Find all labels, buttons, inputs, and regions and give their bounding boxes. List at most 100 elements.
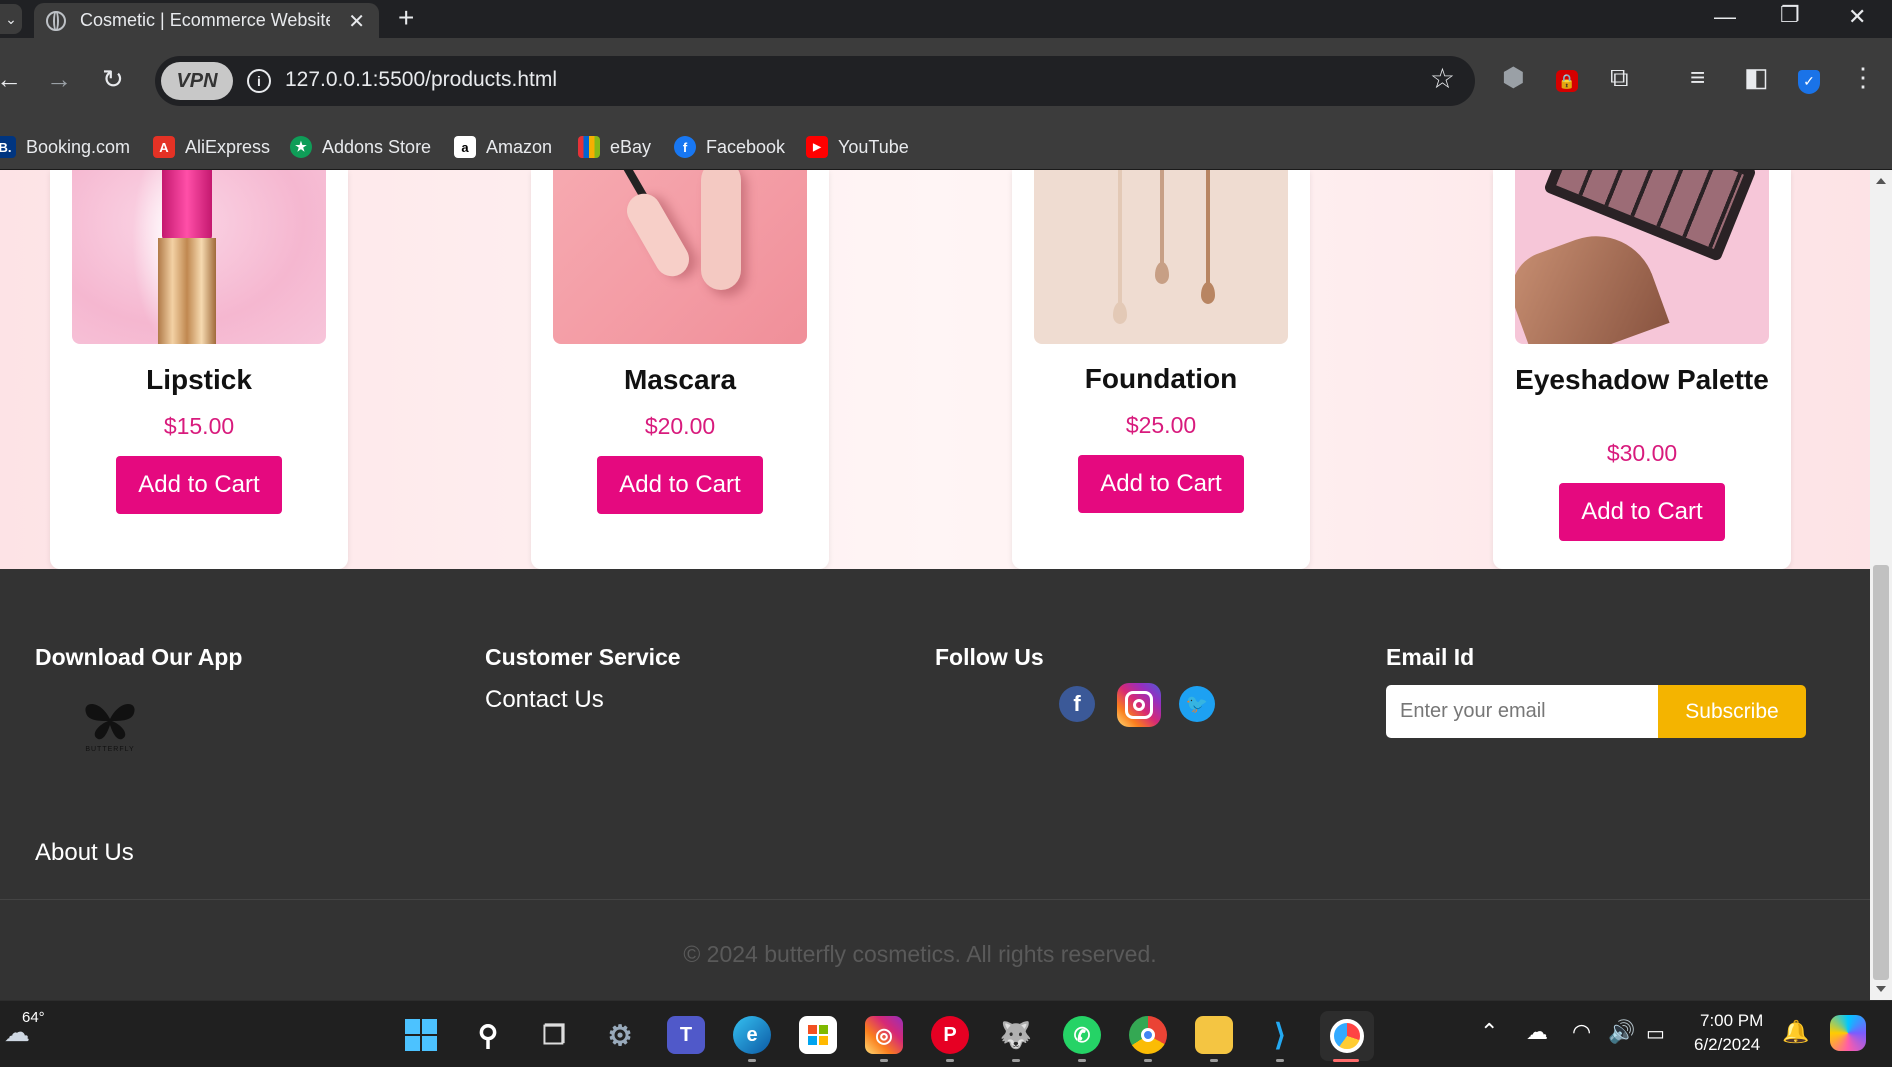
butterfly-logo[interactable]: BUTTERFLY xyxy=(70,699,150,759)
bookmark-addons-store[interactable]: ★ Addons Store xyxy=(290,124,431,170)
security-extension-icon[interactable]: ✓ xyxy=(1798,62,1820,94)
lipstick-image xyxy=(72,170,326,344)
gimp-icon[interactable]: 🐺 xyxy=(997,1016,1035,1054)
product-card-mascara: Mascara $20.00 Add to Cart xyxy=(531,170,829,569)
page-viewport: Lipstick $15.00 Add to Cart Mascara $20.… xyxy=(0,170,1870,1000)
product-price: $20.00 xyxy=(644,413,716,439)
page-scrollbar[interactable] xyxy=(1870,170,1892,1000)
file-explorer-icon[interactable] xyxy=(1195,1016,1233,1054)
forward-icon[interactable]: → xyxy=(46,64,72,95)
foundation-image xyxy=(1034,170,1288,344)
wifi-icon[interactable]: ◠ xyxy=(1572,1019,1591,1045)
facebook-icon[interactable]: f xyxy=(1059,686,1095,722)
notification-bell-icon[interactable]: 🔔 xyxy=(1782,1019,1809,1045)
edge-icon[interactable]: e xyxy=(733,1016,771,1054)
scroll-up-icon[interactable] xyxy=(1876,178,1886,184)
active-indicator xyxy=(1333,1059,1359,1062)
copilot-icon[interactable] xyxy=(1830,1015,1866,1051)
ebay-icon xyxy=(578,136,600,158)
add-to-cart-button[interactable]: Add to Cart xyxy=(116,456,282,514)
scrollbar-thumb[interactable] xyxy=(1873,565,1889,980)
butterfly-icon xyxy=(85,703,135,740)
microsoft-store-icon[interactable] xyxy=(799,1016,837,1054)
vscode-icon[interactable]: ⟩ xyxy=(1261,1016,1299,1054)
browser-tab[interactable]: Cosmetic | Ecommerce Website ✕ xyxy=(34,3,379,38)
running-indicator xyxy=(1012,1059,1020,1062)
bookmark-facebook[interactable]: f Facebook xyxy=(674,124,785,170)
window-close-icon[interactable]: ✕ xyxy=(1848,4,1866,30)
onedrive-cloud-icon[interactable]: ☁ xyxy=(1526,1019,1548,1045)
back-icon[interactable]: ← xyxy=(0,64,22,95)
restore-icon[interactable]: ❐ xyxy=(1780,2,1800,28)
subscribe-button[interactable]: Subscribe xyxy=(1658,685,1806,738)
follow-us-heading: Follow Us xyxy=(935,644,1044,670)
bookmark-youtube[interactable]: ▶ YouTube xyxy=(806,124,909,170)
clock-time[interactable]: 7:00 PM xyxy=(1700,1011,1763,1031)
product-name: Eyeshadow Palette xyxy=(1515,364,1769,395)
battery-icon[interactable]: ▭ xyxy=(1646,1021,1665,1046)
extension-lock-icon[interactable]: 🔒 xyxy=(1556,62,1578,93)
add-to-cart-button[interactable]: Add to Cart xyxy=(1559,483,1725,541)
whatsapp-icon[interactable]: ✆ xyxy=(1063,1016,1101,1054)
reading-list-icon[interactable]: ≡ xyxy=(1690,62,1705,93)
close-tab-icon[interactable]: ✕ xyxy=(348,9,365,34)
running-indicator xyxy=(1078,1059,1086,1062)
extension-shield-icon[interactable]: ⬢ xyxy=(1502,62,1525,93)
add-to-cart-button[interactable]: Add to Cart xyxy=(597,456,763,514)
reload-icon[interactable]: ↻ xyxy=(102,64,124,95)
extensions-puzzle-icon[interactable]: ⧉ xyxy=(1610,62,1629,94)
vpn-button[interactable]: VPN xyxy=(161,62,233,100)
running-indicator xyxy=(1144,1059,1152,1062)
windows-taskbar: ☁ 64° ⚲ ❐ ⚙ T e ◎ P 🐺 ✆ ⟩ ⌃ ☁ ◠ 🔊 ▭ 7:00… xyxy=(0,1000,1892,1067)
instagram-icon[interactable] xyxy=(1117,683,1161,727)
add-to-cart-button[interactable]: Add to Cart xyxy=(1078,455,1244,513)
site-info-icon[interactable]: i xyxy=(247,69,271,93)
tab-search-button[interactable]: ⌄ xyxy=(0,4,22,34)
running-indicator xyxy=(1276,1059,1284,1062)
volume-icon[interactable]: 🔊 xyxy=(1608,1019,1635,1045)
tab-title: Cosmetic | Ecommerce Website xyxy=(80,10,330,30)
clock-date[interactable]: 6/2/2024 xyxy=(1694,1035,1760,1055)
products-section: Lipstick $15.00 Add to Cart Mascara $20.… xyxy=(0,170,1870,569)
task-view-icon[interactable]: ❐ xyxy=(535,1016,573,1054)
bookmark-ebay[interactable]: eBay xyxy=(578,124,651,170)
contact-us-link[interactable]: Contact Us xyxy=(485,686,604,714)
product-card-eyeshadow-palette: Eyeshadow Palette $30.00 Add to Cart xyxy=(1493,170,1791,569)
address-bar[interactable]: VPN i 127.0.0.1:5500/products.html ☆ xyxy=(155,56,1475,106)
bookmark-star-icon[interactable]: ☆ xyxy=(1430,62,1455,95)
new-tab-button[interactable]: + xyxy=(398,2,414,34)
bookmark-booking[interactable]: B. Booking.com xyxy=(0,124,130,170)
running-indicator xyxy=(880,1059,888,1062)
email-input[interactable]: Enter your email xyxy=(1386,685,1658,738)
about-us-link[interactable]: About Us xyxy=(35,839,134,867)
twitter-icon[interactable]: 🐦 xyxy=(1179,686,1215,722)
product-name: Lipstick xyxy=(146,364,252,395)
pinterest-icon[interactable]: P xyxy=(931,1016,969,1054)
product-price: $25.00 xyxy=(1125,412,1197,438)
browser-menu-icon[interactable]: ⋮ xyxy=(1850,62,1876,93)
side-panel-icon[interactable]: ◧ xyxy=(1744,62,1769,93)
settings-gear-icon[interactable]: ⚙ xyxy=(601,1016,639,1054)
footer-divider xyxy=(0,899,1870,900)
scroll-down-icon[interactable] xyxy=(1876,986,1886,992)
url-text[interactable]: 127.0.0.1:5500/products.html xyxy=(285,68,557,92)
globe-icon xyxy=(46,10,66,31)
facebook-icon: f xyxy=(674,136,696,158)
download-app-heading: Download Our App xyxy=(35,644,243,670)
teams-icon[interactable]: T xyxy=(667,1016,705,1054)
instagram-app-icon[interactable]: ◎ xyxy=(865,1016,903,1054)
product-price: $15.00 xyxy=(163,413,235,439)
show-hidden-icons-chevron-icon[interactable]: ⌃ xyxy=(1480,1019,1498,1045)
minimize-icon[interactable]: — xyxy=(1714,4,1736,30)
product-name: Foundation xyxy=(1084,363,1238,394)
browser-app-icon[interactable] xyxy=(1320,1011,1374,1061)
bookmark-aliexpress[interactable]: A AliExpress xyxy=(153,124,270,170)
bookmark-amazon[interactable]: a Amazon xyxy=(454,124,552,170)
weather-temp[interactable]: 64° xyxy=(22,1009,45,1026)
product-card-lipstick: Lipstick $15.00 Add to Cart xyxy=(50,170,348,569)
windows-start-icon[interactable] xyxy=(402,1016,440,1054)
youtube-icon: ▶ xyxy=(806,136,828,158)
search-icon[interactable]: ⚲ xyxy=(469,1016,507,1054)
chrome-icon[interactable] xyxy=(1129,1016,1167,1054)
running-indicator xyxy=(1210,1059,1218,1062)
